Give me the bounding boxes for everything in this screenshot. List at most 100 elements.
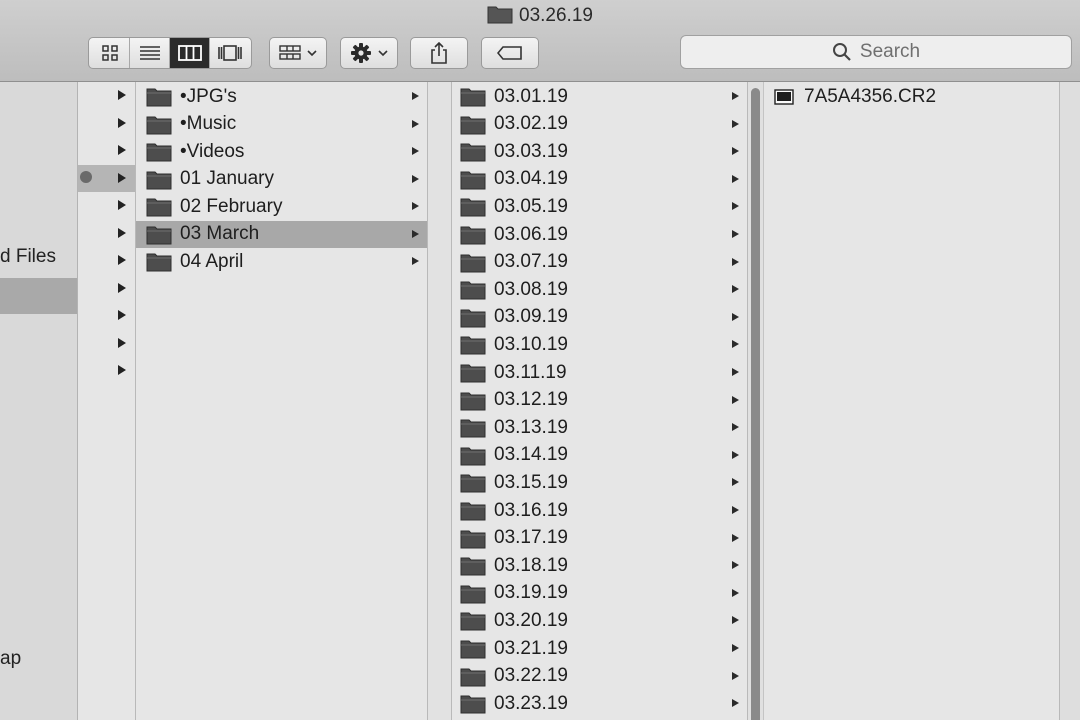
list-item[interactable] xyxy=(78,247,135,274)
list-item[interactable] xyxy=(78,330,135,357)
list-view-button[interactable] xyxy=(130,38,170,68)
disclosure-arrow-icon xyxy=(732,699,739,708)
day-folder-item[interactable]: 03.23.19 xyxy=(452,690,747,717)
folder-item-selected[interactable]: 03 March xyxy=(136,220,427,248)
list-item[interactable] xyxy=(78,192,135,219)
day-folder-item[interactable]: 03.10.19 xyxy=(452,331,747,358)
folder-icon xyxy=(460,557,486,576)
day-folder-item[interactable]: 03.21.19 xyxy=(452,635,747,662)
disclosure-arrow-icon xyxy=(732,312,739,321)
folder-icon xyxy=(460,254,486,273)
list-item[interactable] xyxy=(78,110,135,137)
day-folder-item-label: 03.12.19 xyxy=(494,389,568,411)
list-item[interactable] xyxy=(78,220,135,247)
list-item[interactable] xyxy=(78,357,135,384)
day-folder-item[interactable]: 03.05.19 xyxy=(452,193,747,220)
folder-item[interactable]: •JPG's xyxy=(136,83,427,110)
folder-item[interactable]: •Videos xyxy=(136,138,427,165)
folder-item-label: 03 March xyxy=(180,223,260,244)
file-column: 7A5A4356.CR2 xyxy=(764,82,1060,720)
file-item[interactable]: 7A5A4356.CR2 xyxy=(764,83,1059,110)
folder-icon xyxy=(146,171,172,189)
day-folder-item[interactable]: 03.06.19 xyxy=(452,221,747,248)
day-folder-item-label: 03.20.19 xyxy=(494,609,568,631)
day-folder-item[interactable]: 03.12.19 xyxy=(452,387,747,414)
day-folder-item[interactable]: 03.04.19 xyxy=(452,166,747,193)
folder-icon xyxy=(460,474,486,493)
folder-item[interactable]: 01 January xyxy=(136,166,427,193)
disclosure-arrow-icon xyxy=(732,478,739,487)
day-folder-item[interactable]: 03.01.19 xyxy=(452,83,747,110)
day-folder-item[interactable]: 03.19.19 xyxy=(452,580,747,607)
disclosure-arrow-icon xyxy=(412,92,419,100)
disclosure-arrow-icon xyxy=(732,147,739,156)
scrollbar[interactable] xyxy=(748,82,764,720)
column-view-button[interactable] xyxy=(170,38,210,68)
day-folder-item-label: 03.09.19 xyxy=(494,306,568,328)
list-item[interactable] xyxy=(78,137,135,164)
folder-icon xyxy=(146,143,172,162)
day-folder-item-label: 03.13.19 xyxy=(494,416,568,438)
folder-icon xyxy=(460,502,486,521)
scrollbar-thumb[interactable] xyxy=(751,88,760,720)
icon-view-button[interactable] xyxy=(90,38,130,68)
day-folder-item[interactable]: 03.18.19 xyxy=(452,552,747,579)
disclosure-arrow-icon xyxy=(732,588,739,597)
list-item-selected[interactable] xyxy=(78,164,135,192)
day-folder-item-label: 03.14.19 xyxy=(494,444,568,466)
folder-icon xyxy=(487,6,513,24)
day-folder-item[interactable]: 03.09.19 xyxy=(452,304,747,331)
day-folder-item[interactable]: 03.22.19 xyxy=(452,663,747,690)
day-folder-item[interactable]: 03.02.19 xyxy=(452,111,747,138)
day-folder-item[interactable]: 03.03.19 xyxy=(452,138,747,165)
ancestor-column xyxy=(78,82,136,720)
disclosure-arrow-icon xyxy=(732,174,739,183)
tag-icon xyxy=(497,46,522,60)
day-folder-item[interactable]: 03.16.19 xyxy=(452,497,747,524)
folder-icon xyxy=(146,88,172,107)
group-grid-icon xyxy=(279,45,301,60)
disclosure-arrow-icon xyxy=(412,202,419,210)
day-folder-item[interactable]: 03.17.19 xyxy=(452,525,747,552)
disclosure-arrow-icon xyxy=(412,174,419,183)
folder-item[interactable]: •Music xyxy=(136,111,427,138)
gallery-view-button[interactable] xyxy=(210,38,250,68)
group-by-button[interactable] xyxy=(269,37,327,69)
share-button[interactable] xyxy=(410,37,468,69)
day-folder-item[interactable]: 03.20.19 xyxy=(452,607,747,634)
sidebar-item-label[interactable]: ap xyxy=(0,648,21,670)
chevron-down-icon xyxy=(307,50,317,57)
list-item[interactable] xyxy=(78,302,135,329)
folder-item[interactable]: 04 April xyxy=(136,248,427,275)
day-folder-item[interactable]: 03.14.19 xyxy=(452,442,747,469)
day-folder-item[interactable]: 03.07.19 xyxy=(452,249,747,276)
disclosure-arrow-icon xyxy=(118,117,126,128)
sidebar-item-selected[interactable] xyxy=(0,278,77,314)
tags-button[interactable] xyxy=(481,37,539,69)
folder-icon xyxy=(460,171,486,190)
columns-icon xyxy=(177,45,202,61)
action-menu-button[interactable] xyxy=(340,37,398,69)
search-field[interactable]: Search xyxy=(680,35,1072,69)
disclosure-arrow-icon xyxy=(732,533,739,542)
folder-icon xyxy=(460,695,486,714)
disclosure-arrow-icon xyxy=(732,423,739,432)
disclosure-arrow-icon xyxy=(732,202,739,211)
folder-item-label: •Music xyxy=(180,113,237,134)
day-folder-item[interactable]: 03.15.19 xyxy=(452,469,747,496)
sidebar-item-label[interactable]: d Files xyxy=(0,246,56,268)
day-folder-item[interactable]: 03.11.19 xyxy=(452,359,747,386)
day-folder-item[interactable]: 03.08.19 xyxy=(452,276,747,303)
window-title-text: 03.26.19 xyxy=(519,5,593,26)
share-icon xyxy=(431,42,447,64)
folder-icon xyxy=(460,281,486,300)
day-folder-item-label: 03.08.19 xyxy=(494,278,568,300)
folder-item[interactable]: 02 February xyxy=(136,193,427,220)
file-item-label: 7A5A4356.CR2 xyxy=(804,85,937,107)
day-folder-item-label: 03.10.19 xyxy=(494,333,568,355)
list-item[interactable] xyxy=(78,82,135,109)
day-folder-item[interactable]: 03.13.19 xyxy=(452,414,747,441)
list-item[interactable] xyxy=(78,275,135,302)
disclosure-arrow-icon xyxy=(732,368,739,376)
view-mode-control[interactable] xyxy=(88,37,252,69)
